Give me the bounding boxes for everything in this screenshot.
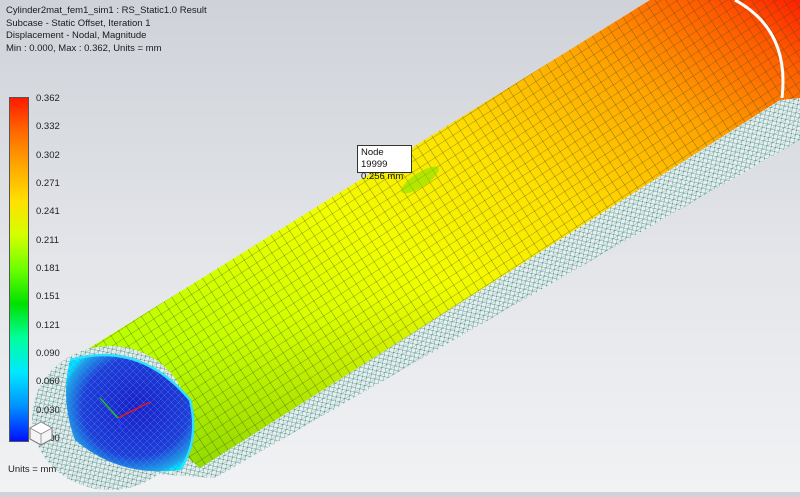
legend-label: 0.241 — [36, 206, 60, 218]
legend-label: 0.060 — [36, 376, 60, 388]
result-title: Cylinder2mat_fem1_sim1 : RS_Static1.0 Re… — [6, 5, 207, 16]
view-triad-icon[interactable] — [28, 420, 54, 446]
legend-label: 0.211 — [36, 234, 60, 246]
probe-value-label: 0.256 mm — [361, 171, 404, 182]
result-subcase: Subcase - Static Offset, Iteration 1 — [6, 17, 151, 29]
legend-label: 0.181 — [36, 263, 60, 274]
legend-label: 0.090 — [36, 348, 60, 359]
legend-label: 0.362 — [36, 93, 60, 104]
legend-units: Units = mm — [8, 464, 57, 475]
result-range: Min : 0.000, Max : 0.362, Units = mm — [6, 42, 162, 54]
legend-label: 0.121 — [36, 319, 60, 331]
probe-node-label: Node 19999 — [361, 147, 388, 170]
result-header: Cylinder2mat_fem1_sim1 : RS_Static1.0 Re… — [6, 5, 207, 55]
legend-label: 0.332 — [36, 121, 60, 133]
graphics-viewport[interactable] — [0, 0, 800, 492]
color-legend-bar[interactable] — [9, 97, 29, 442]
legend-label: 0.030 — [36, 404, 60, 416]
node-probe-tooltip[interactable]: Node 19999 0.256 mm — [357, 145, 412, 182]
legend-label: 0.151 — [36, 291, 60, 303]
legend-label: 0.302 — [36, 149, 60, 161]
fem-model-view[interactable] — [0, 0, 800, 492]
result-type: Displacement - Nodal, Magnitude — [6, 30, 147, 41]
legend-label: 0.271 — [36, 178, 60, 189]
